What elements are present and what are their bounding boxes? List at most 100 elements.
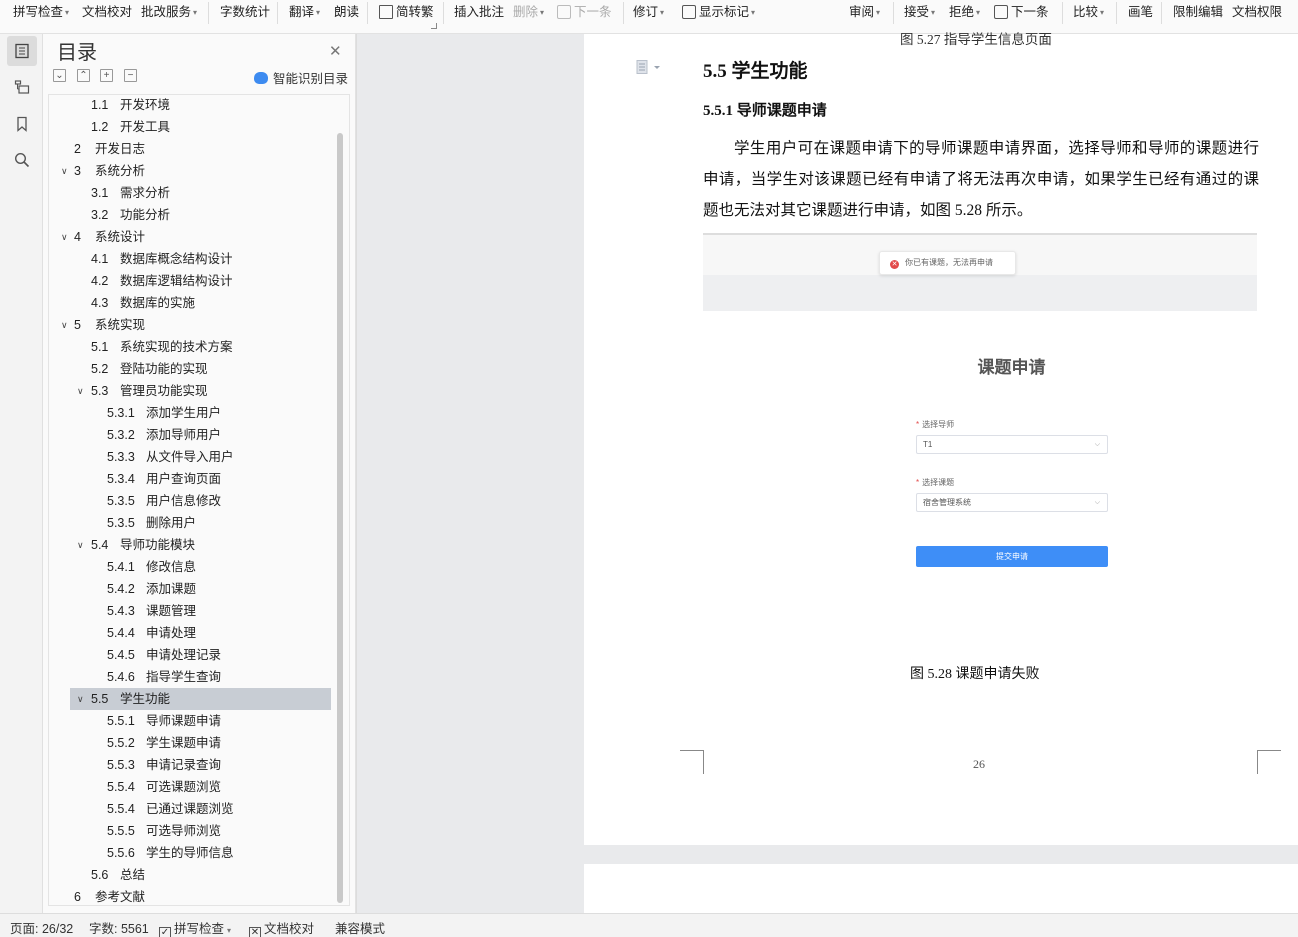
document-page[interactable]: 图 5.27 指导学生信息页面 5.5 学生功能 5.5.1 导师课题申请 学生… <box>584 32 1298 845</box>
toc-item[interactable]: 5.3.1 添加学生用户 <box>49 402 331 424</box>
compat-mode-indicator: 兼容模式 <box>335 922 386 936</box>
toc-item-label: 申请处理 <box>146 626 197 640</box>
toc-item[interactable]: 5.3.4 用户查询页面 <box>49 468 331 490</box>
spell-check-button[interactable]: 拼写检查 ▾ <box>13 0 69 24</box>
toc-item[interactable]: 4.2 数据库逻辑结构设计 <box>49 270 331 292</box>
simp-trad-button[interactable]: 简转繁 <box>379 0 434 24</box>
toc-item[interactable]: 3.2 功能分析 <box>49 204 331 226</box>
next-document-page[interactable] <box>584 864 1298 913</box>
doc-permission-button[interactable]: 文档权限 <box>1232 0 1282 24</box>
delete-comment-button[interactable]: 删除 ▾ <box>513 0 544 24</box>
toc-item[interactable]: 5.5.5 可选导师浏览 <box>49 820 331 842</box>
toc-item[interactable]: 5.4.6 指导学生查询 <box>49 666 331 688</box>
toc-item-number: 5.3.5 <box>107 494 135 508</box>
toc-item[interactable]: ∨ 5.3 管理员功能实现 <box>49 380 331 402</box>
status-spell-check-button[interactable]: ✓ 拼写检查 ▾ <box>159 918 231 937</box>
smart-detect-toc-button[interactable]: 智能识别目录 <box>254 68 348 87</box>
reject-button[interactable]: 拒绝 ▾ <box>949 0 980 24</box>
toc-item[interactable]: 5.5.4 已通过课题浏览 <box>49 798 331 820</box>
read-aloud-button[interactable]: 朗读 <box>334 0 359 24</box>
revise-service-button[interactable]: 批改服务 ▾ <box>141 0 197 24</box>
toc-item[interactable]: ∨ 4 系统设计 <box>49 226 331 248</box>
toc-item[interactable]: 5.5.2 学生课题申请 <box>49 732 331 754</box>
toc-panel-button[interactable] <box>7 36 37 66</box>
next-change-button[interactable]: 下一条 <box>994 0 1049 24</box>
next-comment-button[interactable]: 下一条 <box>557 0 612 24</box>
status-doc-proof-button[interactable]: ✕ 文档校对 <box>249 918 314 937</box>
collapse-all-icon[interactable]: ⌄ <box>53 69 66 82</box>
toc-item[interactable]: 5.2 登陆功能的实现 <box>49 358 331 380</box>
toc-item[interactable]: 5.4.2 添加课题 <box>49 578 331 600</box>
outline-panel-button[interactable] <box>7 72 37 102</box>
doc-proof-button[interactable]: 文档校对 <box>82 0 132 24</box>
divider <box>1062 2 1063 24</box>
paragraph-format-icon[interactable] <box>636 60 666 74</box>
dialog-launcher-icon[interactable] <box>431 23 437 29</box>
toc-item[interactable]: 1.2 开发工具 <box>49 116 331 138</box>
chevron-down-icon: ▾ <box>227 926 232 935</box>
topic-value: 宿舍管理系统 <box>923 498 971 507</box>
remove-level-icon[interactable]: − <box>124 69 137 82</box>
show-markup-button[interactable]: 显示标记 ▾ <box>682 0 755 24</box>
toc-item-label: 开发日志 <box>95 142 146 156</box>
toc-item[interactable]: 5.4.3 课题管理 <box>49 600 331 622</box>
chevron-down-icon[interactable]: ∨ <box>77 380 84 402</box>
page-indicator[interactable]: 页面: 26/32 <box>10 918 73 937</box>
insert-comment-button[interactable]: 插入批注 <box>454 0 504 24</box>
word-count-button[interactable]: 字数统计 <box>220 0 270 24</box>
divider <box>893 2 894 24</box>
toc-title: 目录 <box>57 42 97 64</box>
toc-item[interactable]: 5.4.4 申请处理 <box>49 622 331 644</box>
chevron-down-icon[interactable]: ∨ <box>77 534 84 556</box>
toc-item[interactable]: 5.6 总结 <box>49 864 331 886</box>
toc-item-number: 5.4.2 <box>107 582 135 596</box>
accept-button[interactable]: 接受 ▾ <box>904 0 935 24</box>
toc-item[interactable]: 5.3.5 删除用户 <box>49 512 331 534</box>
checkbox-icon: ✓ <box>159 927 171 937</box>
find-panel-button[interactable] <box>7 145 37 175</box>
translate-button[interactable]: 翻译 ▾ <box>289 0 320 24</box>
bookmark-panel-button[interactable] <box>7 109 37 139</box>
chevron-down-icon[interactable]: ∨ <box>77 688 84 710</box>
toc-scrollbar[interactable] <box>337 133 343 903</box>
toc-item[interactable]: 5.3.3 从文件导入用户 <box>49 446 331 468</box>
toc-item[interactable]: 5.5.4 可选课题浏览 <box>49 776 331 798</box>
pen-button[interactable]: 画笔 <box>1128 0 1153 24</box>
expand-up-icon[interactable]: ⌃ <box>77 69 90 82</box>
toc-item[interactable]: 4.1 数据库概念结构设计 <box>49 248 331 270</box>
toc-item[interactable]: 5.3.5 用户信息修改 <box>49 490 331 512</box>
toc-item[interactable]: ∨ 5 系统实现 <box>49 314 331 336</box>
toc-item[interactable]: 5.4.1 修改信息 <box>49 556 331 578</box>
track-changes-button[interactable]: 修订 ▾ <box>633 0 664 24</box>
chevron-down-icon[interactable]: ∨ <box>61 160 68 182</box>
toc-item[interactable]: 5.5.3 申请记录查询 <box>49 754 331 776</box>
toc-item-number: 5.5.4 <box>107 780 135 794</box>
toc-item[interactable]: ∨ 5.5 学生功能 <box>70 688 331 710</box>
toc-item[interactable]: 1.1 开发环境 <box>49 95 331 116</box>
close-icon[interactable]: ✕ <box>329 42 342 60</box>
toc-item[interactable]: 5.3.2 添加导师用户 <box>49 424 331 446</box>
compare-button[interactable]: 比较 ▾ <box>1073 0 1104 24</box>
word-count-indicator[interactable]: 字数: 5561 <box>89 918 149 937</box>
revise-service-label: 批改服务 <box>141 5 192 19</box>
review-button[interactable]: 审阅 ▾ <box>849 0 880 24</box>
search-icon <box>14 152 30 168</box>
toc-item-label: 申请处理记录 <box>146 648 222 662</box>
smart-detect-label: 智能识别目录 <box>273 72 349 86</box>
toc-item[interactable]: 5.5.1 导师课题申请 <box>49 710 331 732</box>
toc-item[interactable]: 5.4.5 申请处理记录 <box>49 644 331 666</box>
heading-5-5-1: 5.5.1 导师课题申请 <box>703 103 827 119</box>
toc-item[interactable]: 6 参考文献 <box>49 886 331 905</box>
toc-item[interactable]: 4.3 数据库的实施 <box>49 292 331 314</box>
toc-item[interactable]: 3.1 需求分析 <box>49 182 331 204</box>
chevron-down-icon[interactable]: ∨ <box>61 226 68 248</box>
toc-item[interactable]: 5.1 系统实现的技术方案 <box>49 336 331 358</box>
chevron-down-icon[interactable]: ∨ <box>61 314 68 336</box>
add-level-icon[interactable]: + <box>100 69 113 82</box>
restrict-edit-button[interactable]: 限制编辑 <box>1173 0 1223 24</box>
toc-item[interactable]: 2 开发日志 <box>49 138 331 160</box>
toc-item[interactable]: 5.5.6 学生的导师信息 <box>49 842 331 864</box>
toc-item-number: 4.3 <box>91 296 109 310</box>
toc-item[interactable]: ∨ 3 系统分析 <box>49 160 331 182</box>
toc-item[interactable]: ∨ 5.4 导师功能模块 <box>49 534 331 556</box>
